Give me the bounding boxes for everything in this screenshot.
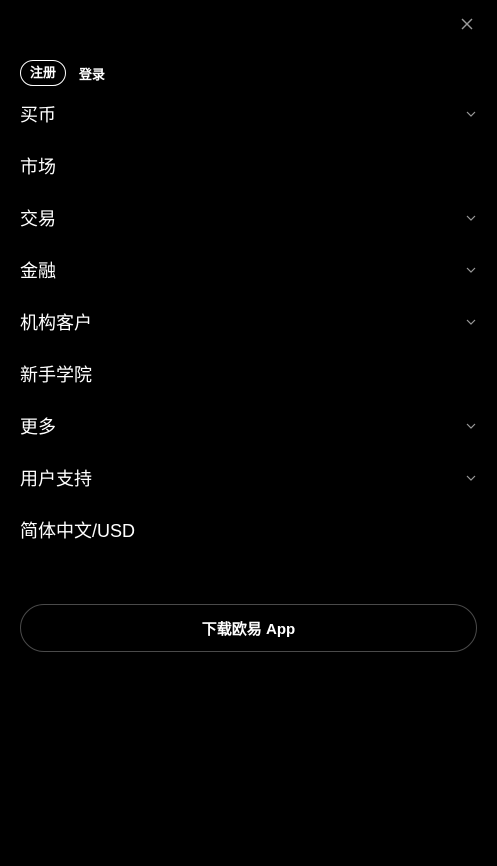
menu-item-language-currency[interactable]: 简体中文/USD bbox=[0, 504, 497, 556]
menu-item-support[interactable]: 用户支持 bbox=[0, 452, 497, 504]
menu-item-label: 简体中文/USD bbox=[20, 521, 136, 541]
menu-item-label: 市场 bbox=[20, 157, 56, 177]
chevron-down-icon bbox=[465, 472, 477, 484]
menu-item-label: 机构客户 bbox=[20, 313, 92, 333]
menu-item-more[interactable]: 更多 bbox=[0, 400, 497, 452]
menu-item-label: 金融 bbox=[20, 261, 56, 281]
menu-item-label: 新手学院 bbox=[20, 365, 92, 385]
menu-item-label: 更多 bbox=[20, 417, 56, 437]
close-icon bbox=[461, 17, 473, 35]
chevron-down-icon bbox=[465, 212, 477, 224]
menu-item-label: 交易 bbox=[20, 209, 56, 229]
login-link[interactable]: 登录 bbox=[79, 64, 105, 83]
chevron-down-icon bbox=[465, 108, 477, 120]
menu-item-finance[interactable]: 金融 bbox=[0, 244, 497, 296]
register-button[interactable]: 注册 bbox=[20, 60, 67, 86]
menu-item-learn[interactable]: 新手学院 bbox=[0, 348, 497, 400]
menu-item-markets[interactable]: 市场 bbox=[0, 140, 497, 192]
download-app-button[interactable]: 下载欧易 App bbox=[20, 604, 477, 652]
close-button[interactable] bbox=[455, 14, 479, 38]
auth-row: 注册 登录 bbox=[20, 60, 105, 86]
menu-item-trade[interactable]: 交易 bbox=[0, 192, 497, 244]
menu-item-label: 用户支持 bbox=[20, 469, 92, 489]
chevron-down-icon bbox=[465, 264, 477, 276]
menu-item-buy-crypto[interactable]: 买币 bbox=[0, 88, 497, 140]
menu-item-label: 买币 bbox=[20, 105, 56, 125]
chevron-down-icon bbox=[465, 420, 477, 432]
chevron-down-icon bbox=[465, 316, 477, 328]
nav-menu: 买币 市场 交易 金融 机构客户 新手学院 更多 用户支持 简体中文/USD bbox=[0, 88, 497, 556]
menu-item-institutional[interactable]: 机构客户 bbox=[0, 296, 497, 348]
